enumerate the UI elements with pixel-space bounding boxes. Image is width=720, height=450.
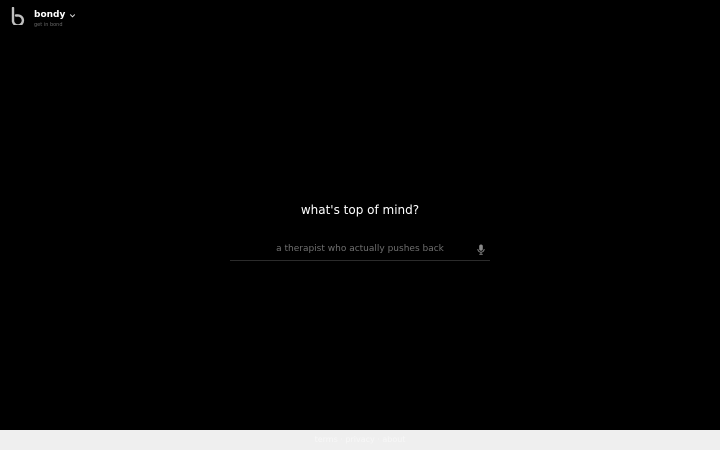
footer-links[interactable]: terms · privacy · about xyxy=(0,430,720,450)
bondy-logo-icon xyxy=(11,7,25,25)
chevron-down-icon[interactable] xyxy=(69,12,76,19)
prompt-input[interactable] xyxy=(230,238,490,260)
brand-menu[interactable]: bondy get in bond xyxy=(11,6,76,28)
microphone-icon[interactable] xyxy=(476,244,486,255)
brand-tagline: get in bond xyxy=(34,22,63,28)
brand-name: bondy xyxy=(34,10,66,20)
footer-bar: terms · privacy · about xyxy=(0,430,720,450)
app-page: bondy get in bond what's top of mind? te… xyxy=(0,0,720,450)
brand-row: bondy xyxy=(34,8,76,22)
brand-text: bondy get in bond xyxy=(34,6,76,28)
prompt-input-container xyxy=(230,238,490,261)
prompt-title: what's top of mind? xyxy=(300,203,420,217)
